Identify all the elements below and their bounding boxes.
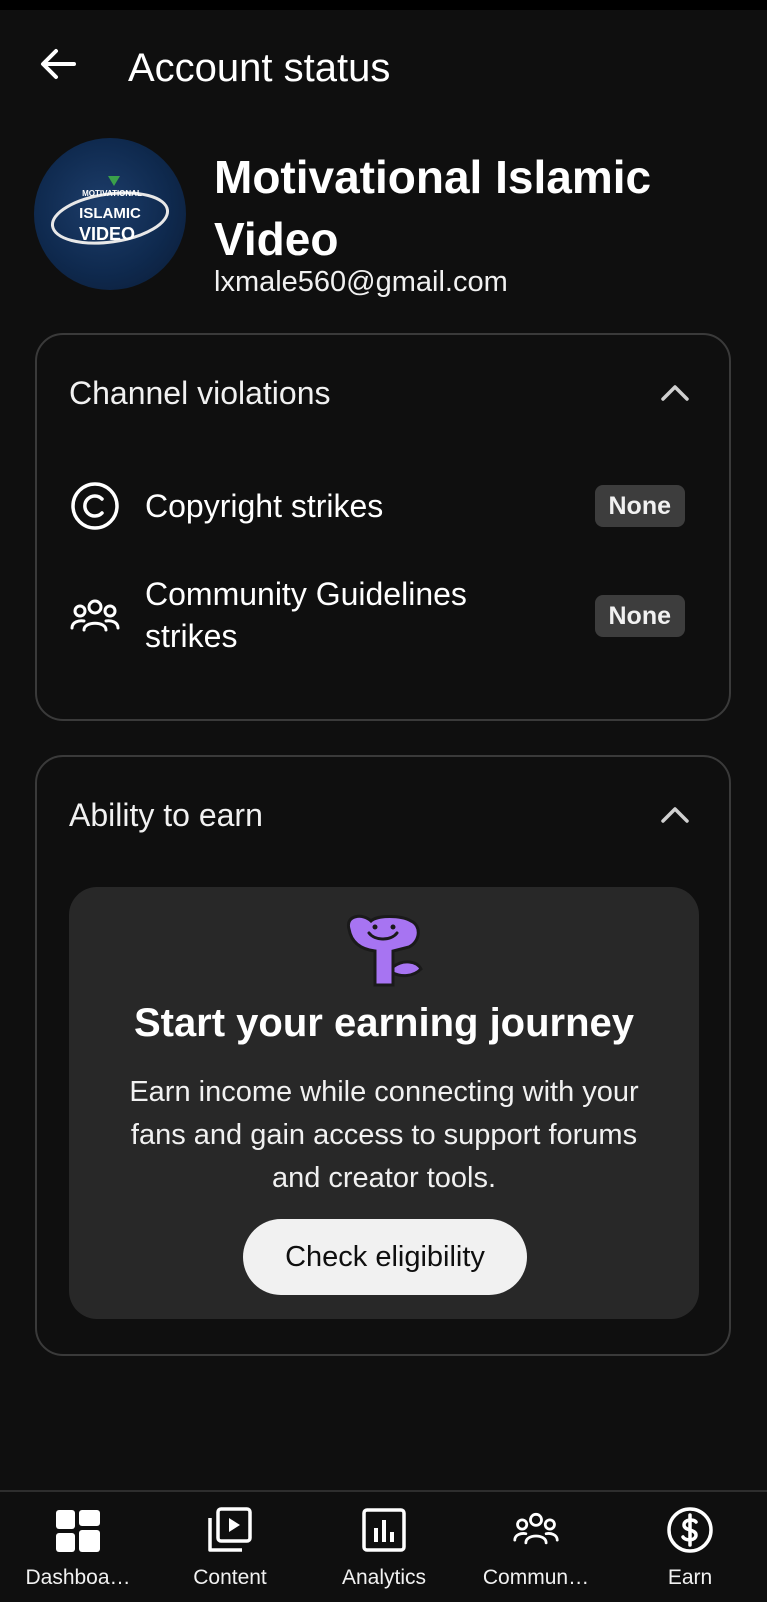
page-title: Account status <box>128 46 391 90</box>
avatar-text-bottom: VIDEO <box>79 224 135 244</box>
bottom-nav: Dashboa… Content Analytics Commun… Earn <box>0 1490 767 1602</box>
nav-item-community[interactable]: Commun… <box>466 1492 606 1602</box>
community-icon <box>513 1512 559 1545</box>
nav-label-community: Commun… <box>482 1566 590 1589</box>
copyright-icon <box>71 482 119 530</box>
nav-label-dashboard: Dashboa… <box>25 1566 131 1589</box>
status-bar <box>0 0 767 10</box>
chevron-up-icon[interactable] <box>657 797 693 833</box>
avatar-text-top: MOTIVATIONAL <box>82 189 142 198</box>
earning-journey-panel: Start your earning journey Earn income w… <box>69 887 699 1319</box>
check-eligibility-button[interactable]: Check eligibility <box>243 1219 527 1295</box>
channel-email: lxmale560@gmail.com <box>214 266 508 298</box>
channel-name: Motivational Islamic Video <box>214 151 652 265</box>
avatar-text-mid: ISLAMIC <box>79 205 141 222</box>
channel-avatar[interactable]: MOTIVATIONAL ISLAMIC VIDEO <box>34 138 186 290</box>
nav-item-analytics[interactable]: Analytics <box>314 1492 454 1602</box>
copyright-strikes-label: Copyright strikes <box>145 488 384 524</box>
earn-card-description: Earn income while connecting with your f… <box>129 1076 639 1194</box>
earn-section-title: Ability to earn <box>69 797 263 833</box>
analytics-icon <box>362 1508 406 1552</box>
nav-item-dashboard[interactable]: Dashboa… <box>8 1492 148 1602</box>
top-app-bar: Account status <box>0 10 767 110</box>
nav-label-content: Content <box>193 1566 267 1589</box>
nav-item-earn[interactable]: Earn <box>620 1492 760 1602</box>
earn-icon <box>667 1507 713 1553</box>
earn-card-title: Start your earning journey <box>133 1001 635 1045</box>
channel-logo-icon: MOTIVATIONAL ISLAMIC VIDEO <box>50 176 170 245</box>
nav-label-earn: Earn <box>667 1566 713 1589</box>
nav-label-analytics: Analytics <box>341 1566 427 1589</box>
community-strikes-label: Community Guidelines strikes <box>145 576 467 654</box>
channel-violations-card: Channel violations Copyright strikes Non… <box>35 333 731 721</box>
nav-item-content[interactable]: Content <box>160 1492 300 1602</box>
people-icon <box>70 599 120 632</box>
back-arrow-icon[interactable] <box>34 40 82 88</box>
ability-to-earn-card: Ability to earn Start your earning journ… <box>35 755 731 1356</box>
content-icon <box>208 1507 252 1552</box>
status-badge: None <box>594 485 685 527</box>
dashboard-icon <box>56 1510 100 1552</box>
mascot-icon <box>346 914 423 987</box>
chevron-up-icon[interactable] <box>657 375 693 411</box>
violations-title: Channel violations <box>69 375 331 411</box>
status-badge: None <box>594 595 685 637</box>
